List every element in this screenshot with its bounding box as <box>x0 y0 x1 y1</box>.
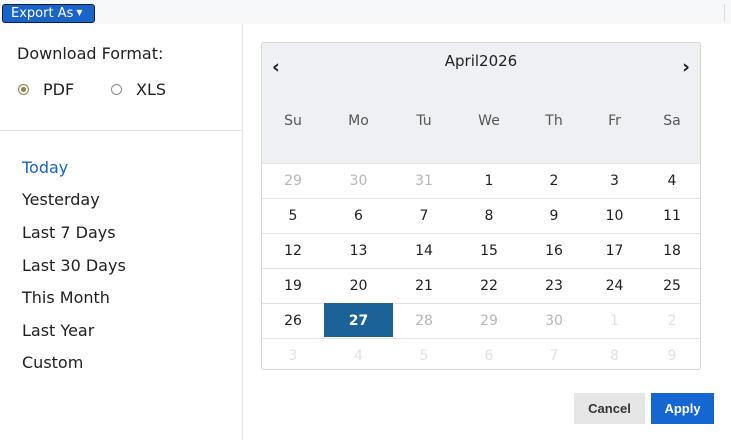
weekday-tu: Tu <box>416 113 432 129</box>
calendar-day: 7 <box>523 338 585 369</box>
export-as-button[interactable]: Export As ▼ <box>2 4 95 23</box>
weekday-we: We <box>478 113 500 129</box>
calendar-day[interactable]: 12 <box>262 233 324 267</box>
weekday-fr: Fr <box>608 113 621 129</box>
apply-button[interactable]: Apply <box>651 393 714 424</box>
pdf-radio[interactable] <box>18 83 29 95</box>
calendar-day[interactable]: 21 <box>393 268 455 302</box>
range-today[interactable]: Today <box>22 158 68 177</box>
calendar-day: 8 <box>585 338 644 369</box>
format-option-xls[interactable]: XLS <box>111 79 166 99</box>
range-yesterday[interactable]: Yesterday <box>22 190 100 209</box>
calendar-day[interactable]: 20 <box>324 268 393 302</box>
calendar-day[interactable]: 28 <box>393 303 455 337</box>
calendar-day: 6 <box>455 338 523 369</box>
caret-down-icon: ▼ <box>76 8 83 17</box>
calendar-day[interactable]: 24 <box>585 268 644 302</box>
calendar-day: 2 <box>644 303 700 337</box>
calendar-day[interactable]: 17 <box>585 233 644 267</box>
cancel-button[interactable]: Cancel <box>574 393 645 424</box>
calendar-day[interactable]: 19 <box>262 268 324 302</box>
chevron-right-icon[interactable]: › <box>682 56 690 78</box>
calendar-day[interactable]: 23 <box>523 268 585 302</box>
calendar-day[interactable]: 4 <box>644 163 700 197</box>
calendar-day: 1 <box>585 303 644 337</box>
calendar-day: 9 <box>644 338 700 369</box>
calendar-day[interactable]: 9 <box>523 198 585 232</box>
calendar-day[interactable]: 7 <box>393 198 455 232</box>
calendar-day[interactable]: 15 <box>455 233 523 267</box>
range-custom[interactable]: Custom <box>22 353 83 372</box>
calendar-month-title: April2026 <box>444 52 518 70</box>
toolbar-divider <box>724 4 725 22</box>
calendar-day[interactable]: 22 <box>455 268 523 302</box>
weekday-mo: Mo <box>348 113 369 129</box>
calendar-day[interactable]: 1 <box>455 163 523 197</box>
calendar-day[interactable]: 14 <box>393 233 455 267</box>
calendar-day[interactable]: 25 <box>644 268 700 302</box>
download-format-title: Download Format: <box>17 44 164 63</box>
xls-radio[interactable] <box>111 83 122 95</box>
range-last-30-days[interactable]: Last 30 Days <box>22 256 126 275</box>
calendar-day[interactable]: 10 <box>585 198 644 232</box>
calendar-day[interactable]: 29 <box>455 303 523 337</box>
export-as-label: Export As <box>11 6 74 21</box>
calendar-day[interactable]: 18 <box>644 233 700 267</box>
top-toolbar: Export As ▼ <box>0 0 731 24</box>
calendar-day: 5 <box>393 338 455 369</box>
range-last-7-days[interactable]: Last 7 Days <box>22 223 116 242</box>
panel-divider <box>0 130 243 131</box>
calendar-day[interactable]: 30 <box>523 303 585 337</box>
format-option-pdf[interactable]: PDF <box>18 79 74 99</box>
calendar-day[interactable]: 29 <box>262 163 324 197</box>
calendar-day[interactable]: 3 <box>585 163 644 197</box>
calendar-day[interactable]: 5 <box>262 198 324 232</box>
calendar-day: 3 <box>262 338 324 369</box>
range-this-month[interactable]: This Month <box>22 288 110 307</box>
calendar-day: 4 <box>324 338 393 369</box>
pdf-label: PDF <box>43 79 75 99</box>
weekday-sa: Sa <box>663 113 681 129</box>
calendar-day[interactable]: 8 <box>455 198 523 232</box>
calendar-day[interactable]: 6 <box>324 198 393 232</box>
calendar-day[interactable]: 16 <box>523 233 585 267</box>
weekday-su: Su <box>284 113 302 129</box>
calendar-day[interactable]: 30 <box>324 163 393 197</box>
weekday-th: Th <box>545 113 563 129</box>
calendar: ‹ April2026 › Su Mo Tu We Th Fr Sa 29 30 31 1 2 3 4 5 6… <box>261 42 701 370</box>
calendar-day[interactable]: 26 <box>262 303 324 337</box>
calendar-day-selected[interactable]: 27 <box>324 303 393 337</box>
calendar-day[interactable]: 13 <box>324 233 393 267</box>
calendar-day[interactable]: 31 <box>393 163 455 197</box>
xls-label: XLS <box>136 79 167 99</box>
calendar-day[interactable]: 11 <box>644 198 700 232</box>
calendar-day[interactable]: 2 <box>523 163 585 197</box>
range-last-year[interactable]: Last Year <box>22 321 94 340</box>
